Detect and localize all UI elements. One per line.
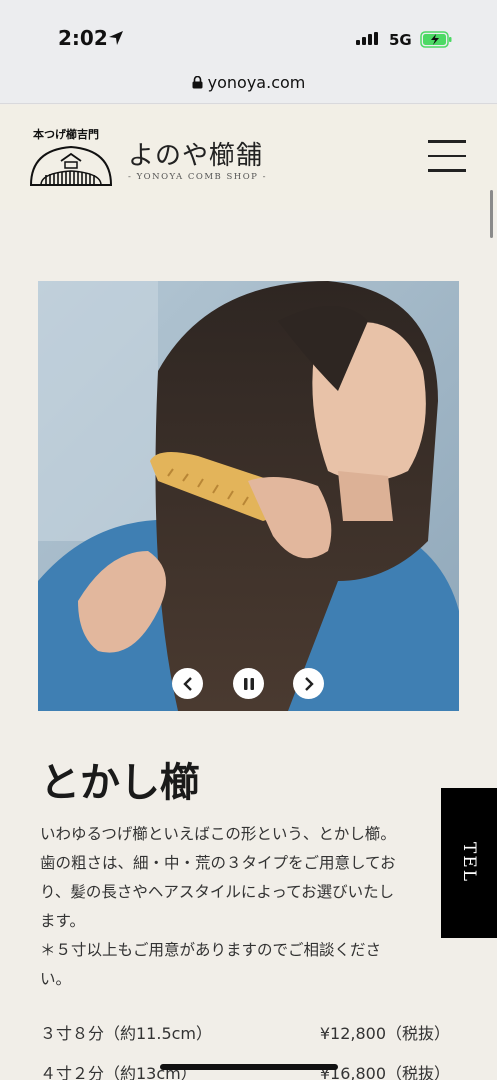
description-line: ＊５寸以上もご用意がありますのでご相談くださ xyxy=(40,941,382,959)
site-logo[interactable]: 本つげ櫛吉門 xyxy=(28,125,114,197)
price-size: ３寸８分（約11.5cm） xyxy=(40,1024,213,1043)
price-size: ４寸２分（約13cm） xyxy=(40,1064,197,1080)
status-bar: 2:02 5G xyxy=(0,0,497,62)
hamburger-icon xyxy=(428,140,466,143)
signal-icon xyxy=(356,32,378,45)
product-title: とかし櫛 xyxy=(40,759,200,806)
network-type: 5G xyxy=(389,31,412,49)
description-line: り、髪の長さやヘアスタイルによってお選びいたし xyxy=(40,883,395,901)
slider-next-button[interactable] xyxy=(293,668,324,699)
description-line: い。 xyxy=(40,970,72,988)
woman-combing-hair-photo xyxy=(38,281,459,711)
status-time: 2:02 xyxy=(58,26,108,50)
pause-icon xyxy=(243,677,254,690)
hamburger-menu-button[interactable] xyxy=(428,140,466,174)
brand-subtitle: - YONOYA COMB SHOP - xyxy=(128,172,267,182)
product-description: いわゆるつげ櫛といえばこの形という、とかし櫛。 歯の粗さは、細・中・荒の３タイプ… xyxy=(40,820,445,994)
description-line: いわゆるつげ櫛といえばこの形という、とかし櫛。 xyxy=(40,825,396,843)
slider-pause-button[interactable] xyxy=(233,668,264,699)
price-row: ３寸８分（約11.5cm） ¥12,800（税抜） xyxy=(40,1020,450,1044)
url-bar[interactable]: yonoya.com xyxy=(0,62,497,104)
home-indicator[interactable] xyxy=(160,1064,338,1070)
chevron-left-icon xyxy=(182,676,192,691)
price-value: ¥12,800（税抜） xyxy=(319,1024,450,1043)
description-line: 歯の粗さは、細・中・荒の３タイプをご用意してお xyxy=(40,854,396,872)
price-row: ４寸２分（約13cm） ¥16,800（税抜） xyxy=(40,1060,450,1080)
price-value: ¥16,800（税抜） xyxy=(319,1064,450,1080)
battery-icon xyxy=(420,31,452,48)
tel-button[interactable]: TEL xyxy=(441,788,497,938)
svg-text:本つげ櫛吉門: 本つげ櫛吉門 xyxy=(33,127,99,141)
lock-icon xyxy=(192,76,203,89)
url-text: yonoya.com xyxy=(207,73,306,92)
description-line: ます。 xyxy=(40,912,85,930)
chevron-right-icon xyxy=(304,676,314,691)
slider-prev-button[interactable] xyxy=(172,668,203,699)
scrollbar[interactable] xyxy=(490,190,493,238)
location-arrow-icon xyxy=(109,31,123,45)
tel-label: TEL xyxy=(459,842,479,884)
brand-name[interactable]: よのや櫛舗 xyxy=(128,135,263,172)
hero-image xyxy=(38,281,459,711)
